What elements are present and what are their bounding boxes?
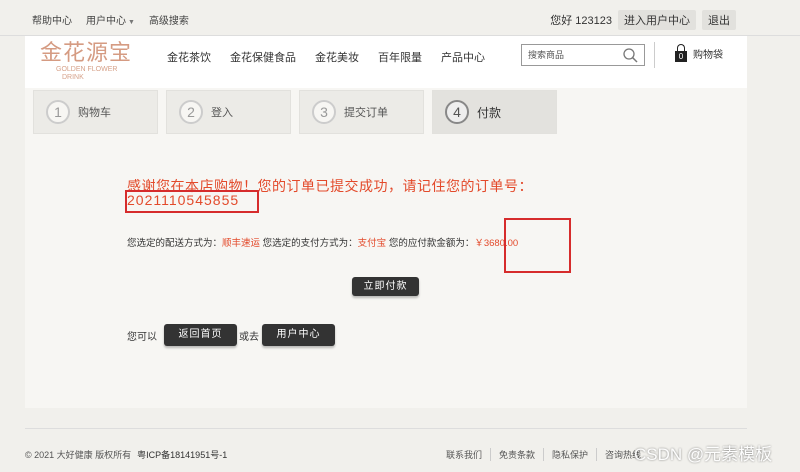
payment-prefix: 您选定的支付方式为：: [260, 238, 358, 249]
order-number-highlight-box: [125, 190, 259, 213]
search-box: [521, 44, 645, 66]
shipping-prefix: 您选定的配送方式为：: [127, 238, 223, 249]
advanced-search-link[interactable]: 高级搜索: [149, 12, 189, 27]
step-label: 提交订单: [344, 107, 388, 119]
top-left-links: 帮助中心 用户中心 ▼ 高级搜索: [32, 12, 189, 27]
top-utility-bar: 帮助中心 用户中心 ▼ 高级搜索 您好 123123 进入用户中心 退出: [0, 0, 800, 36]
step-login: 2 登入: [166, 90, 291, 134]
header-divider: [654, 42, 655, 68]
step-number: 1: [46, 100, 70, 124]
greeting-text: 您好 123123: [550, 15, 612, 27]
nav-item-products[interactable]: 产品中心: [441, 49, 485, 65]
step-payment: 4 付款: [432, 90, 557, 134]
cart-label: 购物袋: [693, 49, 723, 61]
step-label: 登入: [211, 107, 233, 119]
nav-item-tea-drinks[interactable]: 金花茶饮: [167, 49, 211, 65]
brand-logo[interactable]: 金花源宝 GOLDEN FLOWER DRINK: [40, 42, 150, 86]
return-home-button[interactable]: 返回首页: [164, 324, 237, 346]
logo-english-line-1: GOLDEN FLOWER: [56, 66, 118, 73]
logo-chinese-text: 金花源宝: [40, 41, 133, 66]
shopping-bag-icon: 0: [673, 44, 689, 62]
copyright-text: © 2021 大好健康 版权所有: [25, 450, 132, 460]
nav-item-beauty[interactable]: 金花美妆: [315, 49, 359, 65]
amount-prefix: 您的应付款金额为：: [386, 238, 475, 249]
logout-button[interactable]: 退出: [702, 10, 736, 30]
search-input[interactable]: [522, 45, 618, 65]
footer-divider: [25, 428, 747, 429]
checkout-panel: 1 购物车 2 登入 3 提交订单 4 付款 感谢您在本店购物！您的订单已提交成…: [25, 88, 747, 408]
payment-method: 支付宝: [357, 238, 387, 249]
nav-item-limited[interactable]: 百年限量: [378, 49, 422, 65]
icp-license[interactable]: 粤ICP备18141951号-1: [137, 450, 227, 460]
chevron-down-icon: ▼: [128, 19, 135, 26]
enter-user-center-button[interactable]: 进入用户中心: [618, 10, 696, 30]
step-submit-order: 3 提交订单: [299, 90, 424, 134]
shopping-bag-button[interactable]: 0 购物袋: [673, 44, 723, 62]
logo-english-line-2: DRINK: [62, 74, 84, 81]
step-number: 2: [179, 100, 203, 124]
pay-now-button[interactable]: 立即付款: [352, 277, 419, 296]
order-summary-line: 您选定的配送方式为：顺丰速运 您选定的支付方式为：支付宝 您的应付款金额为：￥3…: [127, 235, 518, 249]
user-center-button[interactable]: 用户中心: [262, 324, 335, 346]
user-center-menu[interactable]: 用户中心 ▼: [86, 12, 135, 27]
footer-link-contact[interactable]: 联系我们: [446, 448, 492, 461]
main-nav: 金花茶饮 金花保健食品 金花美妆 百年限量 产品中心: [167, 49, 485, 65]
footer-link-disclaimer[interactable]: 免责条款: [491, 448, 545, 461]
nav-item-health-food[interactable]: 金花保健食品: [230, 49, 296, 65]
footer-copyright: © 2021 大好健康 版权所有 粤ICP备18141951号-1: [25, 448, 227, 461]
footer-link-privacy[interactable]: 隐私保护: [544, 448, 598, 461]
step-label: 购物车: [78, 107, 111, 119]
amount-highlight-box: [504, 218, 571, 273]
return-prefix: 您可以: [127, 332, 157, 343]
cart-count-badge: 0: [675, 51, 687, 62]
shipping-method: 顺丰速运: [222, 238, 261, 249]
help-center-link[interactable]: 帮助中心: [32, 12, 72, 27]
step-number: 3: [312, 100, 336, 124]
user-center-menu-label: 用户中心: [86, 16, 126, 27]
search-icon[interactable]: [622, 47, 640, 63]
or-text: 或去: [239, 332, 259, 343]
step-number: 4: [445, 100, 469, 124]
top-right-account: 您好 123123 进入用户中心 退出: [550, 10, 736, 30]
site-header: 金花源宝 GOLDEN FLOWER DRINK 金花茶饮 金花保健食品 金花美…: [25, 36, 747, 88]
footer-links: 联系我们 免责条款 隐私保护 咨询热线: [446, 448, 649, 461]
step-label: 付款: [477, 105, 502, 120]
csdn-watermark: CSDN @元素模板: [634, 445, 773, 464]
step-cart: 1 购物车: [33, 90, 158, 134]
checkout-steps: 1 购物车 2 登入 3 提交订单 4 付款: [33, 90, 557, 134]
